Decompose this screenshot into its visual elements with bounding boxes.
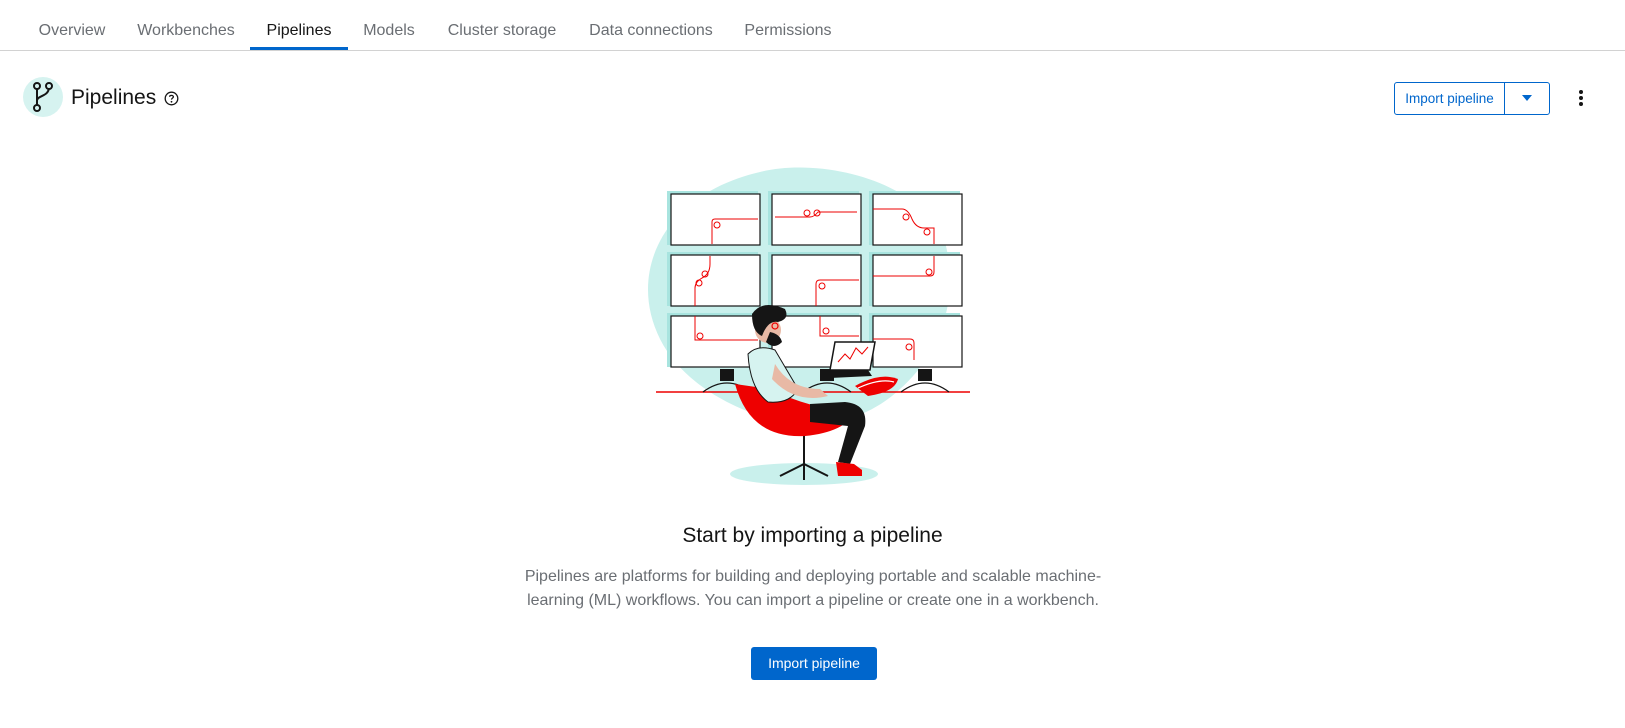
tab-cluster-storage[interactable]: Cluster storage [430, 0, 574, 51]
help-circle-icon[interactable] [164, 91, 179, 106]
tab-permissions[interactable]: Permissions [728, 0, 848, 51]
active-tab-indicator [250, 47, 348, 50]
caret-down-icon [1522, 95, 1532, 101]
import-pipeline-split-button: Import pipeline [1394, 82, 1550, 115]
tab-models[interactable]: Models [348, 0, 430, 51]
empty-state-title: Start by importing a pipeline [682, 524, 943, 547]
tab-bar: Overview Workbenches Pipelines Models Cl… [0, 0, 1625, 51]
tab-pipelines[interactable]: Pipelines [250, 0, 348, 51]
import-options-toggle[interactable] [1504, 83, 1549, 114]
import-pipeline-button[interactable]: Import pipeline [1395, 83, 1504, 114]
pipeline-branch-icon [23, 77, 63, 117]
tab-overview[interactable]: Overview [22, 0, 122, 51]
tab-workbenches[interactable]: Workbenches [122, 0, 250, 51]
page-title: Pipelines [71, 86, 157, 109]
import-pipeline-primary-button[interactable]: Import pipeline [751, 647, 877, 680]
person-at-monitors-illustration [640, 164, 980, 490]
empty-state-body: Pipelines are platforms for building and… [524, 568, 1102, 609]
kebab-menu-icon[interactable] [1574, 87, 1588, 109]
tab-data-connections[interactable]: Data connections [574, 0, 728, 51]
